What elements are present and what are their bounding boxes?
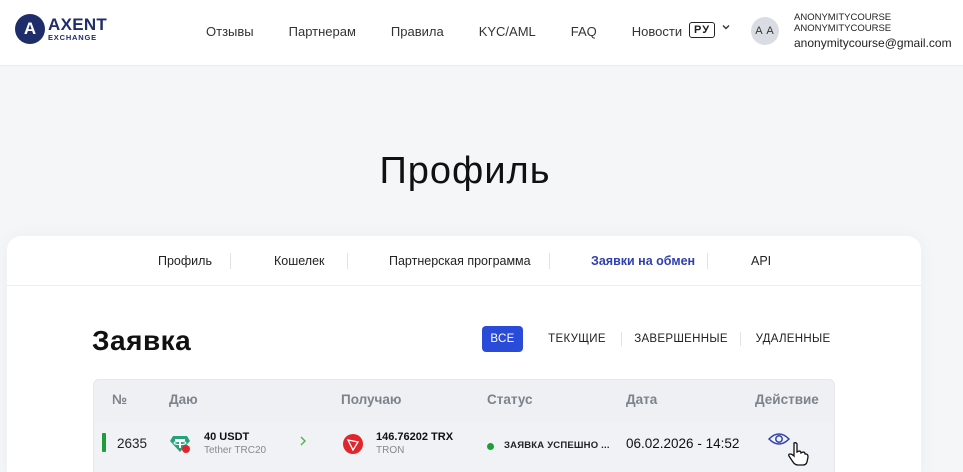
section-title: Заявка: [92, 325, 192, 356]
user-name-line-1: ANONYMITYCOURSE: [794, 12, 892, 23]
filter-divider: [740, 332, 741, 346]
status-dot: [487, 443, 494, 450]
tab-exchange-orders[interactable]: Заявки на обмен: [591, 254, 695, 268]
tether-icon: [170, 436, 190, 453]
tab-partner-program[interactable]: Партнерская программа: [389, 254, 531, 268]
column-header-receive: Получаю: [341, 392, 402, 407]
nav-link-faq[interactable]: FAQ: [571, 24, 597, 39]
give-amount: 40 USDT: [204, 431, 250, 443]
nav-link-reviews[interactable]: Отзывы: [206, 24, 254, 39]
filter-current-button[interactable]: ТЕКУЩИЕ: [547, 326, 607, 352]
order-number: 2635: [117, 436, 148, 451]
receive-network: TRON: [376, 445, 405, 456]
column-header-action: Действие: [755, 392, 819, 407]
row-status-marker: [102, 433, 106, 452]
table-row[interactable]: 2635 40 USDT Tether TRC20 146.76202 TRX …: [94, 423, 834, 472]
tab-wallet[interactable]: Кошелек: [274, 254, 325, 268]
tab-divider: [347, 253, 348, 269]
logo-subtitle: EXCHANGE: [48, 33, 97, 43]
orders-table: № Даю Получаю Статус Дата Действие 2635 …: [93, 379, 835, 472]
logo-name: AXENT: [48, 15, 108, 35]
tab-profile[interactable]: Профиль: [158, 254, 212, 268]
order-date: 06.02.2026 - 14:52: [626, 436, 740, 451]
column-header-give: Даю: [169, 392, 198, 407]
filter-completed-button[interactable]: ЗАВЕРШЕННЫЕ: [634, 326, 727, 352]
avatar[interactable]: A A: [751, 17, 779, 45]
user-name-line-2: ANONYMITYCOURSE: [794, 23, 892, 35]
filter-all-button[interactable]: ВСЕ: [482, 326, 523, 352]
logo[interactable]: A AXENT EXCHANGE: [15, 14, 107, 44]
profile-tabs: Профиль Кошелек Партнерская программа За…: [7, 236, 921, 286]
filter-deleted-button[interactable]: УДАЛЕННЫЕ: [756, 326, 831, 352]
give-network: Tether TRC20: [204, 445, 267, 456]
column-header-status: Статус: [487, 392, 533, 407]
profile-card: Профиль Кошелек Партнерская программа За…: [7, 236, 921, 472]
column-header-number: №: [112, 392, 128, 407]
filter-divider: [621, 332, 622, 346]
nav-link-kyc-aml[interactable]: KYC/AML: [479, 24, 536, 39]
user-email: anonymitycourse@gmail.com: [794, 35, 952, 50]
nav-link-news[interactable]: Новости: [632, 24, 682, 39]
tron-icon: [343, 434, 363, 454]
nav-link-partners[interactable]: Партнерам: [289, 24, 356, 39]
tab-divider: [549, 253, 550, 269]
column-header-date: Дата: [626, 392, 658, 407]
chevron-down-icon[interactable]: [721, 22, 731, 35]
site-header: A AXENT EXCHANGE Отзывы Партнерам Правил…: [0, 0, 963, 66]
chevron-right-icon: [298, 435, 308, 450]
status-badge: ЗАЯВКА УСПЕШНО ...: [504, 440, 610, 451]
tab-divider: [230, 253, 231, 269]
main-nav: Отзывы Партнерам Правила KYC/AML FAQ Нов…: [206, 24, 717, 39]
page-title: Профиль: [379, 150, 551, 192]
receive-amount: 146.76202 TRX: [376, 431, 454, 443]
hand-cursor-icon: [788, 442, 809, 466]
nav-link-rules[interactable]: Правила: [391, 24, 444, 39]
user-info[interactable]: ANONYMITYCOURSE ANONYMITYCOURSE anonymit…: [794, 12, 952, 50]
tab-divider: [707, 253, 708, 269]
logo-mark-icon: A: [15, 14, 45, 44]
language-selector[interactable]: РУ: [689, 22, 716, 38]
tab-api[interactable]: API: [751, 254, 771, 268]
